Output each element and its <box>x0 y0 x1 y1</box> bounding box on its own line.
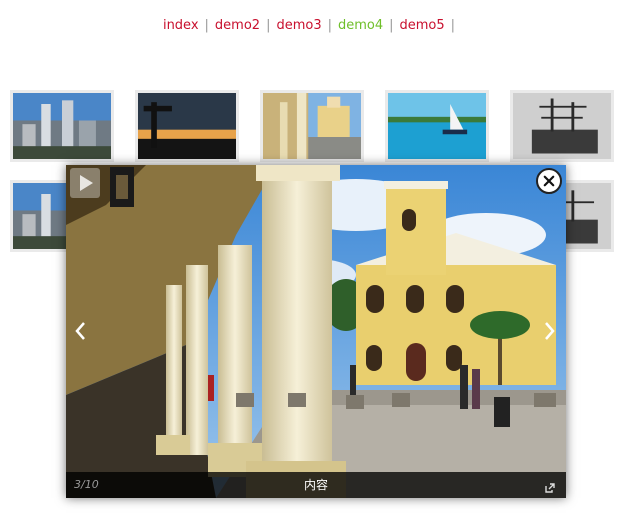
page: index | demo2 | demo3 | demo4 | demo5 | <box>0 0 624 524</box>
external-link-icon[interactable] <box>544 479 556 493</box>
nav-link-demo2[interactable]: demo2 <box>215 18 260 33</box>
close-icon[interactable] <box>536 168 562 194</box>
nav-link-demo4[interactable]: demo4 <box>338 18 383 33</box>
thumbnail-church-arcade[interactable] <box>260 90 364 162</box>
thumbnail-galleon[interactable] <box>510 90 614 162</box>
top-nav: index | demo2 | demo3 | demo4 | demo5 | <box>0 18 624 33</box>
thumbnail-city-skyline[interactable] <box>10 90 114 162</box>
nav-separator: | <box>266 18 271 33</box>
lightbox: 3/10 内容 <box>66 165 566 498</box>
lightbox-image <box>66 165 566 498</box>
nav-separator: | <box>204 18 209 33</box>
nav-link-demo5[interactable]: demo5 <box>400 18 445 33</box>
thumbnail-sailboat[interactable] <box>385 90 489 162</box>
play-icon[interactable] <box>70 168 100 198</box>
nav-link-demo3[interactable]: demo3 <box>276 18 321 33</box>
nav-separator: | <box>389 18 394 33</box>
nav-separator: | <box>450 18 456 33</box>
chevron-right-icon[interactable] <box>538 317 560 345</box>
thumbnail-sunset[interactable] <box>135 90 239 162</box>
nav-separator: | <box>327 18 332 33</box>
nav-link-index[interactable]: index <box>163 18 199 33</box>
chevron-left-icon[interactable] <box>70 317 92 345</box>
image-caption: 内容 <box>303 478 328 492</box>
